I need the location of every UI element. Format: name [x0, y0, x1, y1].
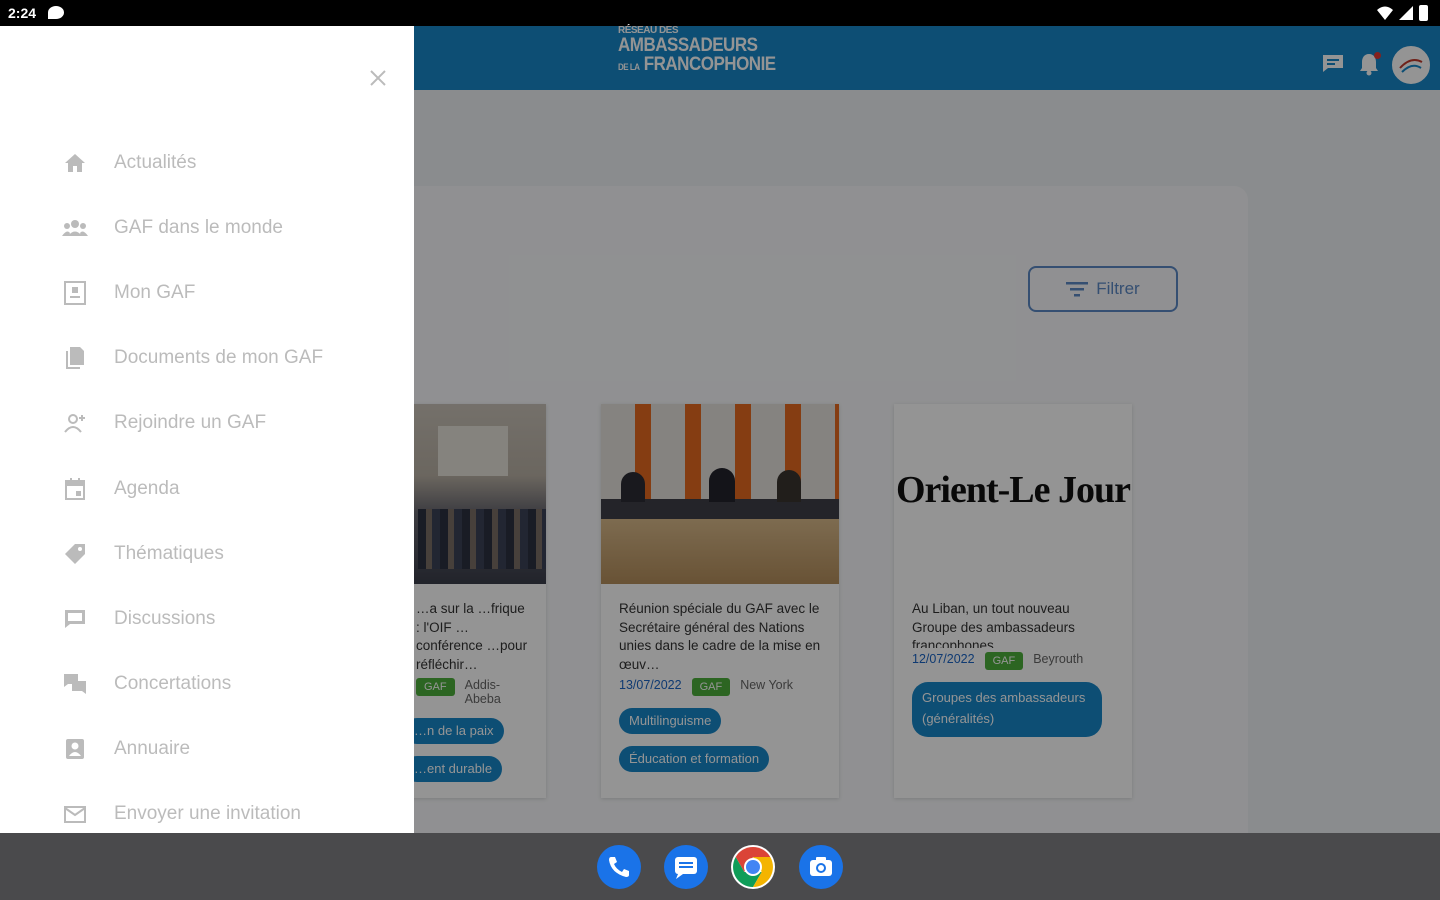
drawer-item-concertations[interactable]: Concertations [0, 652, 414, 717]
chrome-icon[interactable] [731, 845, 775, 889]
drawer-item-thematiques[interactable]: Thématiques [0, 521, 414, 586]
drawer-item-rejoindre[interactable]: Rejoindre un GAF [0, 391, 414, 456]
drawer-item-gaf-monde[interactable]: GAF dans le monde [0, 195, 414, 260]
drawer-item-label: Concertations [114, 673, 232, 695]
contact-icon [62, 736, 88, 762]
camera-icon[interactable] [799, 845, 843, 889]
status-icons [1377, 5, 1428, 21]
drawer-item-mon-gaf[interactable]: Mon GAF [0, 260, 414, 325]
drawer-item-label: Mon GAF [114, 281, 196, 303]
tag-icon [62, 541, 88, 567]
drawer-item-annuaire[interactable]: Annuaire [0, 717, 414, 782]
battery-icon [1419, 5, 1428, 21]
drawer-item-invitation[interactable]: Envoyer une invitation [0, 782, 414, 833]
mail-icon [62, 801, 88, 827]
status-time: 2:24 [8, 5, 37, 21]
close-icon[interactable] [366, 68, 390, 92]
join-person-icon [62, 410, 88, 436]
drawer-item-agenda[interactable]: Agenda [0, 456, 414, 521]
document-icon [62, 345, 88, 371]
chat-icon [62, 606, 88, 632]
drawer-item-label: Discussions [114, 607, 216, 629]
drawer-item-label: Thématiques [114, 542, 224, 564]
drawer-item-actualites[interactable]: Actualités [0, 130, 414, 195]
notification-chat-icon [48, 6, 64, 19]
calendar-icon [62, 476, 88, 502]
drawer-item-label: Agenda [114, 477, 180, 499]
drawer-item-label: Annuaire [114, 738, 191, 760]
phone-icon[interactable] [597, 845, 641, 889]
home-icon [62, 150, 88, 176]
drawer-item-label: Envoyer une invitation [114, 803, 301, 825]
drawer-item-documents[interactable]: Documents de mon GAF [0, 326, 414, 391]
system-dock [0, 833, 1440, 900]
drawer-item-label: Documents de mon GAF [114, 347, 324, 369]
drawer-item-label: Rejoindre un GAF [114, 412, 267, 434]
wifi-icon [1377, 6, 1393, 20]
forum-icon [62, 671, 88, 697]
drawer-item-label: Actualités [114, 151, 197, 173]
badge-icon [62, 280, 88, 306]
messages-icon[interactable] [664, 845, 708, 889]
drawer-item-discussions[interactable]: Discussions [0, 586, 414, 651]
status-bar: 2:24 [0, 0, 1440, 26]
navigation-drawer: Actualités GAF dans le monde Mon GAF Doc… [0, 26, 414, 833]
group-icon [62, 215, 88, 241]
drawer-item-label: GAF dans le monde [114, 216, 283, 238]
signal-icon [1399, 6, 1413, 20]
drawer-menu: Actualités GAF dans le monde Mon GAF Doc… [0, 130, 414, 833]
